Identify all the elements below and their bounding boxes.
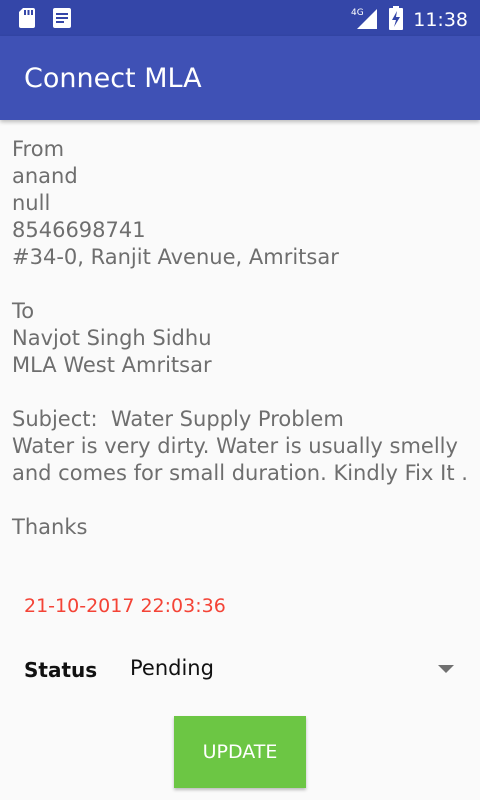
letter-content: From anand null 8546698741 #34-0, Ranjit… — [12, 136, 472, 541]
status-row: Status Pending — [24, 652, 464, 688]
subject-line: Subject: Water Supply Problem — [12, 407, 344, 431]
recipient-name: Navjot Singh Sidhu — [12, 326, 212, 350]
signal-icon: 4G — [351, 6, 379, 34]
to-label: To — [12, 299, 35, 323]
battery-icon — [389, 6, 404, 34]
status-label: Status — [24, 658, 98, 682]
recipient-title: MLA West Amritsar — [12, 353, 212, 377]
status-selected-value: Pending — [130, 656, 214, 680]
sender-extra: null — [12, 191, 51, 215]
app-bar: Connect MLA — [0, 36, 480, 120]
sender-name: anand — [12, 164, 78, 188]
sd-card-icon — [18, 7, 36, 33]
from-label: From — [12, 137, 65, 161]
clock: 11:38 — [413, 9, 468, 31]
sender-address: #34-0, Ranjit Avenue, Amritsar — [12, 245, 339, 269]
status-dropdown[interactable]: Pending — [128, 652, 462, 688]
complaint-timestamp: 21-10-2017 22:03:36 — [24, 595, 226, 617]
body-line: and comes for small duration. Kindly Fix… — [12, 461, 468, 485]
status-bar-right: 4G 11:38 — [351, 6, 468, 34]
status-bar-left — [18, 7, 72, 33]
body-line: Water is very dirty. Water is usually sm… — [12, 434, 458, 458]
app-title: Connect MLA — [24, 63, 202, 94]
network-type-label: 4G — [351, 8, 364, 18]
notification-icon — [52, 7, 72, 33]
sender-phone: 8546698741 — [12, 218, 146, 242]
closing-text: Thanks — [12, 515, 88, 539]
status-bar: 4G 11:38 — [0, 0, 480, 36]
update-button[interactable]: UPDATE — [174, 716, 306, 788]
dropdown-arrow-icon — [438, 665, 454, 673]
